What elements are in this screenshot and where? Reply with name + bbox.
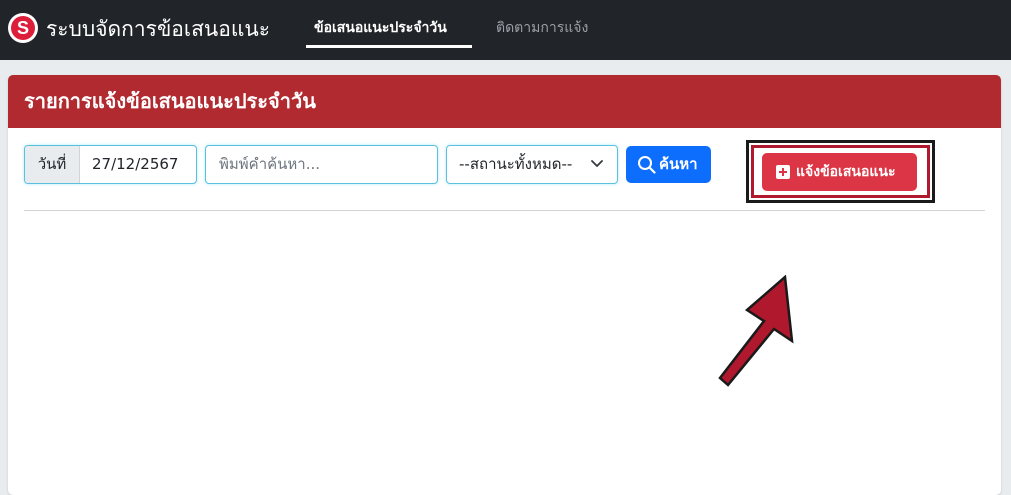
report-suggestion-button[interactable]: แจ้งข้อเสนอแนะ xyxy=(762,153,917,191)
logo-letter: S xyxy=(11,16,35,40)
brand-title[interactable]: ระบบจัดการข้อเสนอแนะ xyxy=(46,14,270,44)
chevron-down-icon xyxy=(591,160,603,167)
date-input[interactable]: 27/12/2567 xyxy=(80,146,196,183)
page-title: รายการแจ้งข้อเสนอแนะประจำวัน xyxy=(24,89,316,113)
date-label: วันที่ xyxy=(25,146,80,183)
active-tab-underline xyxy=(306,45,472,48)
search-button[interactable]: ค้นหา xyxy=(626,146,711,183)
annotation-arrow-icon xyxy=(718,275,794,387)
card-header: รายการแจ้งข้อเสนอแนะประจำวัน xyxy=(8,75,1001,128)
plus-square-icon xyxy=(776,165,790,179)
divider xyxy=(24,210,985,211)
search-button-label: ค้นหา xyxy=(659,155,698,173)
status-select-value: --สถานะทั้งหมด-- xyxy=(459,155,573,173)
search-input[interactable]: พิมพ์คำค้นหา... xyxy=(205,145,438,184)
report-button-label: แจ้งข้อเสนอแนะ xyxy=(796,164,896,180)
top-navbar: S ระบบจัดการข้อเสนอแนะ ข้อเสนอแนะประจำวั… xyxy=(0,0,1011,60)
nav-tab-daily-suggestions[interactable]: ข้อเสนอแนะประจำวัน xyxy=(314,17,447,39)
logo-icon[interactable]: S xyxy=(8,13,38,43)
search-icon xyxy=(638,156,656,174)
status-select[interactable]: --สถานะทั้งหมด-- xyxy=(446,145,618,184)
nav-tab-track-reports[interactable]: ติดตามการแจ้ง xyxy=(496,17,588,39)
date-filter-group: วันที่ 27/12/2567 xyxy=(24,145,197,184)
suggestions-card: รายการแจ้งข้อเสนอแนะประจำวัน วันที่ 27/1… xyxy=(8,75,1001,495)
